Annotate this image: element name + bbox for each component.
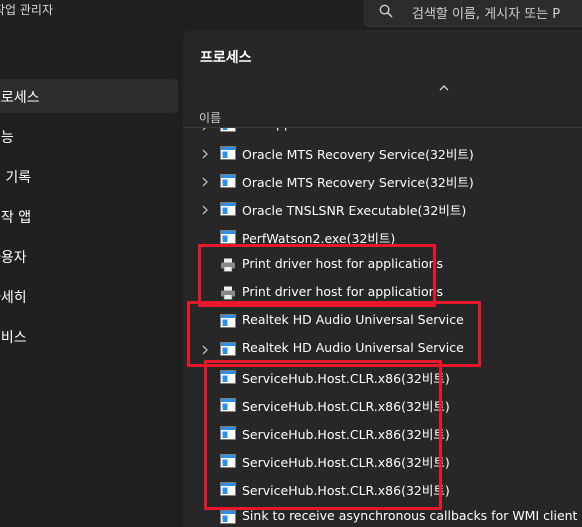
sidebar-item-startup-apps[interactable]: 시작 앱: [0, 199, 178, 233]
sidebar-item-label: 사용자: [0, 250, 27, 266]
app-title: 작업 관리자: [0, 3, 54, 17]
highlight-box-realtek: [187, 301, 481, 367]
sidebar-item-label: 시작 앱: [0, 210, 32, 226]
app-window-icon: [220, 230, 236, 244]
highlight-box-print: [198, 244, 436, 307]
app-window-icon: [220, 510, 236, 524]
sidebar-item-users[interactable]: 사용자: [0, 239, 178, 273]
app-window-icon: [220, 202, 236, 216]
sort-caret-icon[interactable]: [437, 82, 451, 92]
sidebar-item-app-history[interactable]: 앱 기록: [0, 159, 178, 193]
highlight-box-servicehub: [204, 360, 442, 510]
app-window-icon: [220, 128, 236, 132]
column-header-name[interactable]: 이름: [199, 109, 221, 126]
search-box[interactable]: 검색할 이름, 게시자 또는 P: [364, 0, 582, 27]
process-name: OneApp.IGCC.WinService.exe: [242, 128, 426, 131]
process-row[interactable]: OneApp.IGCC.WinService.exe: [183, 128, 582, 139]
app-window-icon: [220, 146, 236, 160]
page-title: 프로세스: [200, 50, 252, 66]
sidebar-item-label: 자세히: [0, 290, 27, 306]
sidebar-item-processes[interactable]: 프로세스: [0, 79, 178, 113]
sidebar-item-label: 서비스: [0, 330, 27, 346]
chevron-right-icon[interactable]: [201, 128, 209, 131]
sidebar-item-label: 성능: [0, 130, 14, 146]
process-name: Oracle MTS Recovery Service(32비트): [242, 175, 474, 190]
title-bar: 작업 관리자 검색할 이름, 게시자 또는 P: [0, 0, 582, 30]
sidebar: 프로세스 성능 앱 기록 시작 앱 사용자 자세히 서비스: [0, 30, 183, 527]
process-name: Sink to receive asynchronous callbacks f…: [242, 508, 582, 523]
search-input[interactable]: 검색할 이름, 게시자 또는 P: [412, 3, 560, 22]
process-name: Oracle TNSLSNR Executable(32비트): [242, 203, 467, 218]
chevron-right-icon[interactable]: [201, 176, 209, 187]
process-row[interactable]: Oracle MTS Recovery Service(32비트): [183, 139, 582, 167]
sidebar-item-details[interactable]: 자세히: [0, 279, 178, 313]
chevron-right-icon[interactable]: [201, 204, 209, 215]
process-row[interactable]: Oracle MTS Recovery Service(32비트): [183, 167, 582, 195]
app-window-icon: [220, 174, 236, 188]
sidebar-item-performance[interactable]: 성능: [0, 119, 178, 153]
chevron-right-icon[interactable]: [201, 148, 209, 159]
sidebar-item-label: 프로세스: [0, 90, 40, 106]
search-icon: [379, 4, 393, 18]
process-name: Oracle MTS Recovery Service(32비트): [242, 147, 474, 162]
process-row[interactable]: Oracle TNSLSNR Executable(32비트): [183, 195, 582, 223]
sidebar-item-label: 앱 기록: [0, 170, 32, 186]
sidebar-item-services[interactable]: 서비스: [0, 319, 178, 353]
